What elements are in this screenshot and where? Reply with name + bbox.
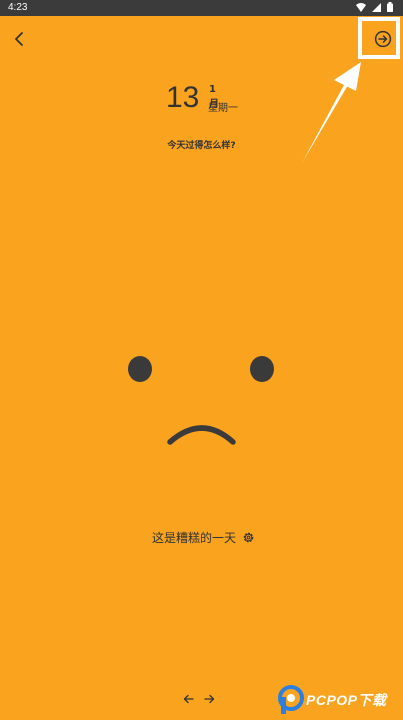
previous-day-button[interactable] xyxy=(183,694,194,704)
settings-button[interactable] xyxy=(242,531,255,544)
left-eye xyxy=(128,356,152,382)
gear-icon xyxy=(243,532,254,542)
watermark-text: PCPOP下载 xyxy=(306,692,387,708)
right-eye xyxy=(250,356,274,382)
next-day-button[interactable] xyxy=(204,694,215,704)
watermark: PCPOP下载 xyxy=(278,683,387,717)
mood-caption-row: 这是糟糕的一天 xyxy=(152,528,255,546)
arrow-left-icon xyxy=(183,694,194,704)
mood-caption: 这是糟糕的一天 xyxy=(152,530,237,545)
pager xyxy=(183,690,215,708)
pcpop-logo-icon xyxy=(278,685,304,714)
frown-mouth xyxy=(167,425,236,445)
arrow-right-icon xyxy=(204,694,215,704)
sad-face[interactable] xyxy=(0,0,403,720)
